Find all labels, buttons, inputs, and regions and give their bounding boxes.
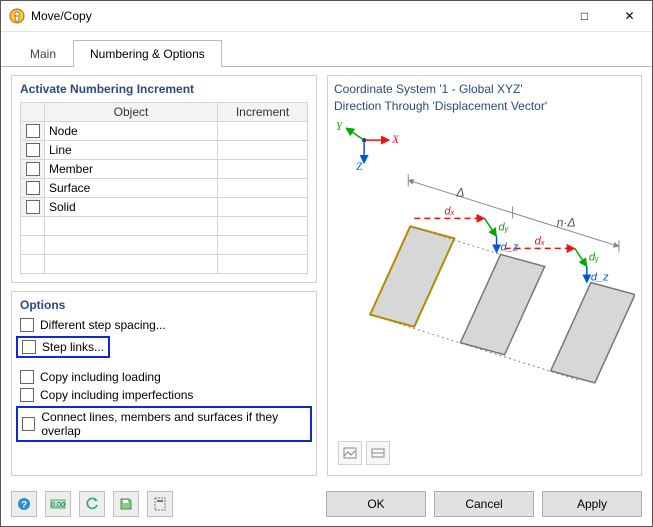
options-group-title: Options bbox=[20, 298, 308, 312]
preview-line1: Coordinate System '1 - Global XYZ' bbox=[334, 82, 635, 97]
checkbox[interactable] bbox=[20, 388, 34, 402]
row-object: Member bbox=[45, 160, 218, 179]
numbering-group: Activate Numbering Increment Object Incr… bbox=[11, 75, 317, 283]
row-object: Line bbox=[45, 141, 218, 160]
numbering-table: Object Increment Node Line bbox=[20, 102, 308, 274]
table-row: Line bbox=[21, 141, 308, 160]
shape-copy bbox=[460, 254, 544, 354]
option-different-step: Different step spacing... bbox=[20, 318, 308, 332]
row-checkbox[interactable] bbox=[26, 162, 40, 176]
refresh-button[interactable] bbox=[79, 491, 105, 517]
row-increment[interactable] bbox=[218, 122, 308, 141]
option-copy-loading: Copy including loading bbox=[20, 370, 308, 384]
table-row-empty bbox=[21, 255, 308, 274]
help-button[interactable]: ? bbox=[11, 491, 37, 517]
svg-text:0,00: 0,00 bbox=[51, 502, 65, 509]
row-checkbox[interactable] bbox=[26, 124, 40, 138]
footer: ? 0,00 OK Cancel Apply bbox=[1, 482, 652, 526]
svg-text:d_z: d_z bbox=[501, 241, 519, 253]
table-row-empty bbox=[21, 217, 308, 236]
dialog-body: Activate Numbering Increment Object Incr… bbox=[1, 67, 652, 482]
options-group: Options Different step spacing... Step l… bbox=[11, 291, 317, 476]
close-button[interactable]: ✕ bbox=[607, 1, 652, 31]
dialog-window: Move/Copy □ ✕ Main Numbering & Options A… bbox=[0, 0, 653, 527]
svg-text:X: X bbox=[391, 134, 400, 146]
apply-button[interactable]: Apply bbox=[542, 491, 642, 517]
left-column: Activate Numbering Increment Object Incr… bbox=[11, 75, 317, 476]
table-row: Solid bbox=[21, 198, 308, 217]
save-button[interactable] bbox=[113, 491, 139, 517]
svg-text:?: ? bbox=[21, 500, 27, 511]
preview-line2: Direction Through 'Displacement Vector' bbox=[334, 99, 635, 114]
row-increment[interactable] bbox=[218, 141, 308, 160]
diagram-toolbar bbox=[338, 441, 390, 465]
col-object: Object bbox=[45, 103, 218, 122]
svg-text:dₓ: dₓ bbox=[444, 205, 454, 217]
checkbox[interactable] bbox=[20, 318, 34, 332]
right-column: Coordinate System '1 - Global XYZ' Direc… bbox=[327, 75, 642, 476]
row-increment[interactable] bbox=[218, 160, 308, 179]
maximize-button[interactable]: □ bbox=[562, 1, 607, 31]
preview-group: Coordinate System '1 - Global XYZ' Direc… bbox=[327, 75, 642, 476]
diagram-svg: X Y Z Δ n·Δ bbox=[334, 118, 635, 469]
row-checkbox[interactable] bbox=[26, 200, 40, 214]
ok-button[interactable]: OK bbox=[326, 491, 426, 517]
row-object: Surface bbox=[45, 179, 218, 198]
tab-strip: Main Numbering & Options bbox=[1, 32, 652, 67]
checkbox[interactable] bbox=[22, 417, 35, 431]
calculator-button[interactable] bbox=[147, 491, 173, 517]
shape-copy bbox=[551, 283, 635, 383]
row-checkbox[interactable] bbox=[26, 181, 40, 195]
axis-triad: X Y Z bbox=[336, 121, 400, 173]
diagram-picture-button[interactable] bbox=[338, 441, 362, 465]
table-row-empty bbox=[21, 236, 308, 255]
diagram-settings-button[interactable] bbox=[366, 441, 390, 465]
svg-text:dₓ: dₓ bbox=[535, 235, 545, 247]
svg-text:dᵧ: dᵧ bbox=[589, 251, 599, 263]
svg-text:dᵧ: dᵧ bbox=[499, 221, 509, 233]
table-row: Member bbox=[21, 160, 308, 179]
numbering-group-title: Activate Numbering Increment bbox=[20, 82, 308, 96]
row-increment[interactable] bbox=[218, 198, 308, 217]
option-copy-imperfections: Copy including imperfections bbox=[20, 388, 308, 402]
svg-text:Δ: Δ bbox=[455, 185, 464, 199]
table-row: Surface bbox=[21, 179, 308, 198]
checkbox[interactable] bbox=[20, 370, 34, 384]
row-increment[interactable] bbox=[218, 179, 308, 198]
row-checkbox[interactable] bbox=[26, 143, 40, 157]
row-object: Node bbox=[45, 122, 218, 141]
app-icon bbox=[9, 8, 25, 24]
shape-original bbox=[370, 226, 454, 326]
table-row: Node bbox=[21, 122, 308, 141]
checkbox[interactable] bbox=[22, 340, 36, 354]
tab-numbering-options[interactable]: Numbering & Options bbox=[73, 40, 222, 67]
svg-text:d_z: d_z bbox=[591, 272, 609, 284]
title-bar: Move/Copy □ ✕ bbox=[1, 1, 652, 32]
cancel-button[interactable]: Cancel bbox=[434, 491, 534, 517]
diagram: X Y Z Δ n·Δ bbox=[334, 118, 635, 469]
option-connect-overlap: Connect lines, members and surfaces if t… bbox=[22, 410, 306, 438]
col-checkbox bbox=[21, 103, 45, 122]
option-step-links: Step links... bbox=[22, 340, 104, 354]
svg-text:Y: Y bbox=[336, 121, 344, 133]
window-title: Move/Copy bbox=[31, 9, 92, 23]
row-object: Solid bbox=[45, 198, 218, 217]
tab-main[interactable]: Main bbox=[13, 40, 73, 67]
svg-text:Z: Z bbox=[356, 161, 363, 173]
svg-text:n·Δ: n·Δ bbox=[557, 215, 576, 229]
col-increment: Increment bbox=[218, 103, 308, 122]
units-button[interactable]: 0,00 bbox=[45, 491, 71, 517]
